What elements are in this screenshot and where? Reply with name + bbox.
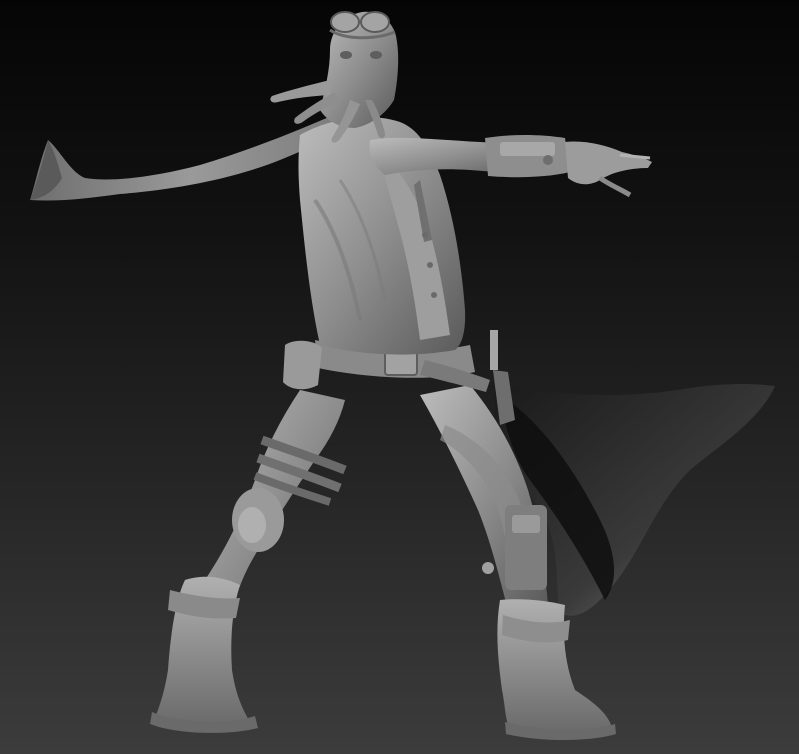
sculpt-viewport[interactable] xyxy=(0,0,799,754)
head xyxy=(270,11,399,143)
back-leg xyxy=(150,390,347,733)
sculpt-render xyxy=(30,11,775,740)
